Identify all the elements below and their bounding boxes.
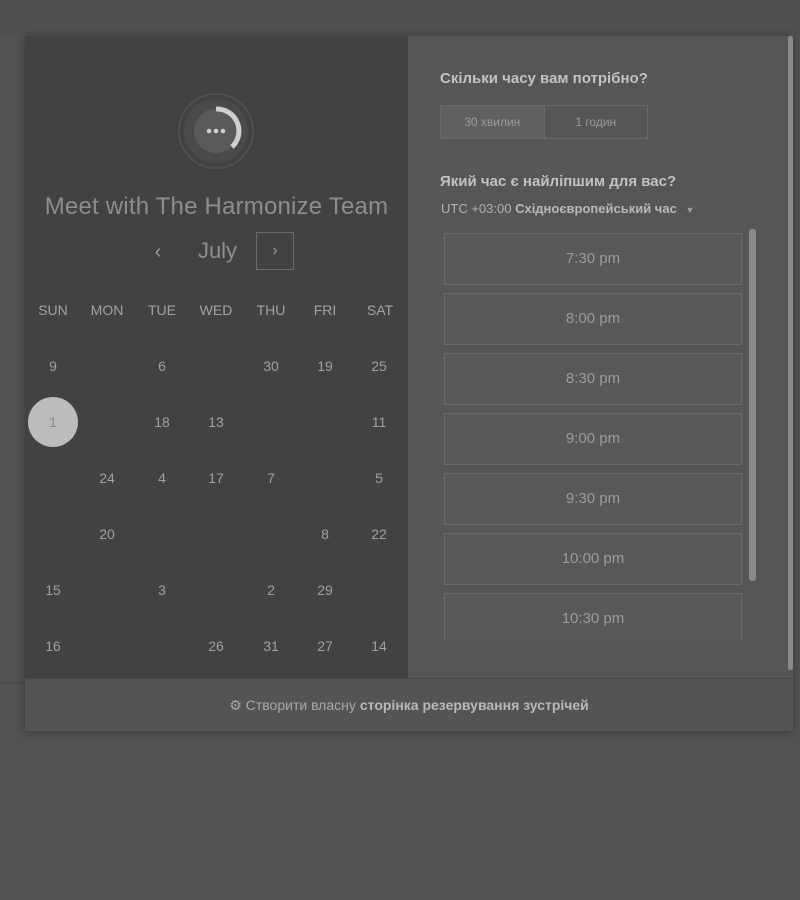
chevron-right-icon[interactable]: › — [256, 232, 294, 270]
calendar-day[interactable]: 18 — [137, 397, 187, 447]
time-slot[interactable]: 9:00 pm — [444, 413, 742, 465]
sprocket-icon: ⚙ — [229, 696, 242, 713]
weekday-label: TUE — [148, 302, 176, 318]
calendar-panel: Meet with The Harmonize Team ‹ July › SU… — [25, 36, 408, 678]
calendar-day[interactable]: 30 — [246, 341, 296, 391]
footer: ⚙ Створити власну сторінка резервування … — [25, 678, 793, 731]
page: Meet with The Harmonize Team ‹ July › SU… — [0, 0, 800, 900]
footer-link[interactable]: сторінка резервування зустрічей — [360, 697, 589, 713]
calendar-day[interactable]: 31 — [246, 621, 296, 671]
team-avatar-icon — [178, 93, 254, 169]
caret-down-icon: ▼ — [685, 205, 695, 215]
time-slot-scrollbar[interactable] — [749, 229, 756, 581]
weekday-header: SUN MON TUE WED THU FRI SAT — [25, 302, 408, 320]
time-slot[interactable]: 10:00 pm — [444, 533, 742, 585]
calendar-day[interactable]: 15 — [28, 565, 78, 615]
footer-prefix: Створити власну — [245, 697, 356, 713]
timezone-offset: UTC +03:00 — [441, 201, 512, 216]
calendar-day[interactable]: 17 — [191, 453, 241, 503]
calendar-day[interactable]: 11 — [354, 397, 404, 447]
time-question: Який час є найліпшим для вас? — [440, 173, 677, 190]
calendar-day[interactable]: 14 — [354, 621, 404, 671]
booking-panel: Скільки часу вам потрібно? 30 хвилин 1 г… — [408, 36, 793, 678]
calendar-day[interactable]: 2 — [246, 565, 296, 615]
time-slot[interactable]: 9:30 pm — [444, 473, 742, 525]
timezone-name: Східноєвропейський час — [515, 201, 677, 216]
weekday-label: FRI — [313, 302, 337, 318]
calendar-day[interactable]: 19 — [300, 341, 350, 391]
time-slot-list: 7:30 pm 8:00 pm 8:30 pm 9:00 pm 9:30 pm … — [444, 233, 742, 641]
calendar-day[interactable]: 3 — [137, 565, 187, 615]
duration-option-1hour[interactable]: 1 годин — [545, 106, 648, 138]
calendar-day[interactable]: 7 — [246, 453, 296, 503]
timezone-selector[interactable]: UTC +03:00 Східноєвропейський час ▼ — [441, 201, 694, 216]
calendar-day[interactable]: 4 — [137, 453, 187, 503]
team-name: Meet with The Harmonize Team — [44, 193, 389, 220]
top-strip — [0, 0, 800, 35]
time-slot[interactable]: 10:30 pm — [444, 593, 742, 641]
calendar-day[interactable]: 20 — [82, 509, 132, 559]
left-divider — [0, 682, 25, 684]
calendar-day[interactable]: 16 — [28, 621, 78, 671]
time-slot[interactable]: 8:30 pm — [444, 353, 742, 405]
duration-selector: 30 хвилин 1 годин — [440, 105, 648, 139]
chevron-left-icon[interactable]: ‹ — [146, 240, 170, 264]
meetings-widget: Meet with The Harmonize Team ‹ July › SU… — [25, 36, 793, 731]
calendar-day[interactable]: 24 — [82, 453, 132, 503]
calendar-day[interactable]: 1 — [28, 397, 78, 447]
calendar-day[interactable]: 8 — [300, 509, 350, 559]
weekday-label: THU — [256, 302, 286, 318]
calendar-day[interactable]: 26 — [191, 621, 241, 671]
weekday-label: WED — [199, 302, 233, 318]
calendar-day[interactable]: 13 — [191, 397, 241, 447]
calendar-day[interactable]: 9 — [28, 341, 78, 391]
calendar-day[interactable]: 5 — [354, 453, 404, 503]
calendar-day[interactable]: 27 — [300, 621, 350, 671]
calendar-day[interactable]: 29 — [300, 565, 350, 615]
calendar-day[interactable]: 6 — [137, 341, 187, 391]
month-label: July — [197, 238, 238, 263]
weekday-label: SUN — [38, 302, 68, 318]
weekday-label: MON — [90, 302, 124, 318]
duration-option-30min[interactable]: 30 хвилин — [441, 106, 545, 138]
calendar-day[interactable]: 25 — [354, 341, 404, 391]
calendar-day[interactable]: 22 — [354, 509, 404, 559]
weekday-label: SAT — [366, 302, 394, 318]
duration-question: Скільки часу вам потрібно? — [440, 70, 648, 87]
time-slot[interactable]: 8:00 pm — [444, 293, 742, 345]
time-slot[interactable]: 7:30 pm — [444, 233, 742, 285]
month-navigation: ‹ July › — [25, 232, 408, 276]
widget-scrollbar[interactable] — [788, 36, 793, 670]
